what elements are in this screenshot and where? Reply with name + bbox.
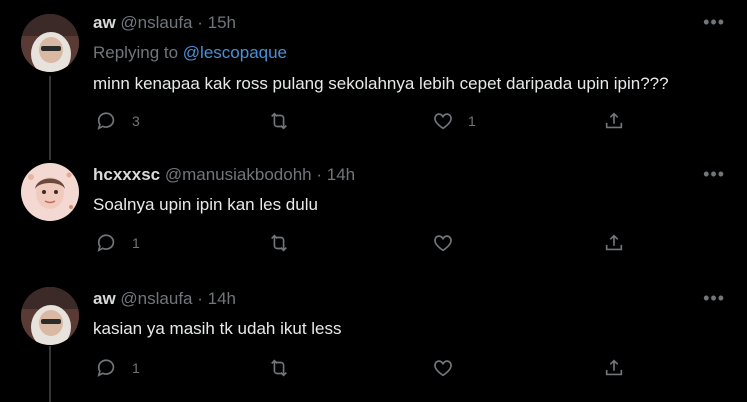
timestamp[interactable]: 15h xyxy=(208,13,236,32)
reply-icon xyxy=(97,359,115,377)
profile-photo-woman-hijab xyxy=(21,14,79,72)
heart-icon xyxy=(434,235,452,252)
like-button[interactable] xyxy=(432,357,468,379)
retweet-button[interactable] xyxy=(268,232,304,254)
avatar[interactable] xyxy=(21,287,79,345)
tweet-header: hcxxxsc @manusiakbodohh · 14h xyxy=(93,165,355,185)
retweet-icon xyxy=(271,112,287,130)
tweet-text: Soalnya upin ipin kan les dulu xyxy=(93,195,318,214)
share-button[interactable] xyxy=(603,232,625,254)
separator: · xyxy=(197,289,203,308)
heart-icon xyxy=(434,360,452,377)
more-dots-icon[interactable]: ••• xyxy=(703,288,725,309)
more-dots-icon[interactable]: ••• xyxy=(703,164,725,185)
tweet-header: aw @nslaufa · 14h xyxy=(93,289,236,309)
user-handle[interactable]: @nslaufa xyxy=(120,13,192,32)
tweet-actions: 1 xyxy=(93,232,633,256)
more-dots-icon[interactable]: ••• xyxy=(703,12,725,33)
share-icon xyxy=(605,112,623,129)
share-icon xyxy=(605,234,623,251)
avatar[interactable] xyxy=(21,14,79,72)
timestamp[interactable]: 14h xyxy=(327,165,355,184)
reply-count: 1 xyxy=(132,360,140,376)
display-name[interactable]: hcxxxsc xyxy=(93,165,160,184)
display-name[interactable]: aw xyxy=(93,13,116,32)
replying-to: Replying to @lescopaque xyxy=(93,43,287,63)
reply-button[interactable]: 1 xyxy=(96,357,140,379)
separator: · xyxy=(316,165,323,184)
tweet-actions: 3 1 xyxy=(93,110,633,134)
reply-count: 1 xyxy=(132,235,140,251)
like-button[interactable] xyxy=(432,232,468,254)
share-icon xyxy=(605,359,623,376)
user-handle[interactable]: @manusiakbodohh xyxy=(165,165,312,184)
reply-icon xyxy=(97,234,115,252)
share-button[interactable] xyxy=(603,357,625,379)
tweet-text: kasian ya masih tk udah ikut less xyxy=(93,319,342,338)
retweet-button[interactable] xyxy=(268,357,304,379)
replying-prefix: Replying to xyxy=(93,43,179,62)
separator: · xyxy=(197,13,203,32)
tweet[interactable]: hcxxxsc @manusiakbodohh · 14h ••• Soalny… xyxy=(0,150,747,275)
tweet-actions: 1 xyxy=(93,357,633,381)
timestamp[interactable]: 14h xyxy=(208,289,236,308)
like-count: 1 xyxy=(468,113,476,129)
profile-photo-woman-hijab xyxy=(21,287,79,345)
reply-icon xyxy=(97,112,115,130)
retweet-icon xyxy=(271,234,287,252)
mention-link[interactable]: @lescopaque xyxy=(183,43,287,62)
user-handle[interactable]: @nslaufa xyxy=(120,289,192,308)
heart-icon xyxy=(434,113,452,130)
reply-button[interactable]: 3 xyxy=(96,110,140,132)
tweet[interactable]: aw @nslaufa · 14h ••• kasian ya masih tk… xyxy=(0,275,747,402)
tweet[interactable]: aw @nslaufa · 15h ••• Replying to @lesco… xyxy=(0,0,747,150)
profile-photo-girl-glitter xyxy=(21,163,79,221)
retweet-button[interactable] xyxy=(268,110,304,132)
share-button[interactable] xyxy=(603,110,625,132)
like-button[interactable]: 1 xyxy=(432,110,476,132)
tweet-text: minn kenapaa kak ross pulang sekolahnya … xyxy=(93,74,669,93)
reply-button[interactable]: 1 xyxy=(96,232,140,254)
avatar[interactable] xyxy=(21,163,79,221)
display-name[interactable]: aw xyxy=(93,289,116,308)
tweet-header: aw @nslaufa · 15h xyxy=(93,13,236,33)
retweet-icon xyxy=(271,359,287,377)
reply-count: 3 xyxy=(132,113,140,129)
